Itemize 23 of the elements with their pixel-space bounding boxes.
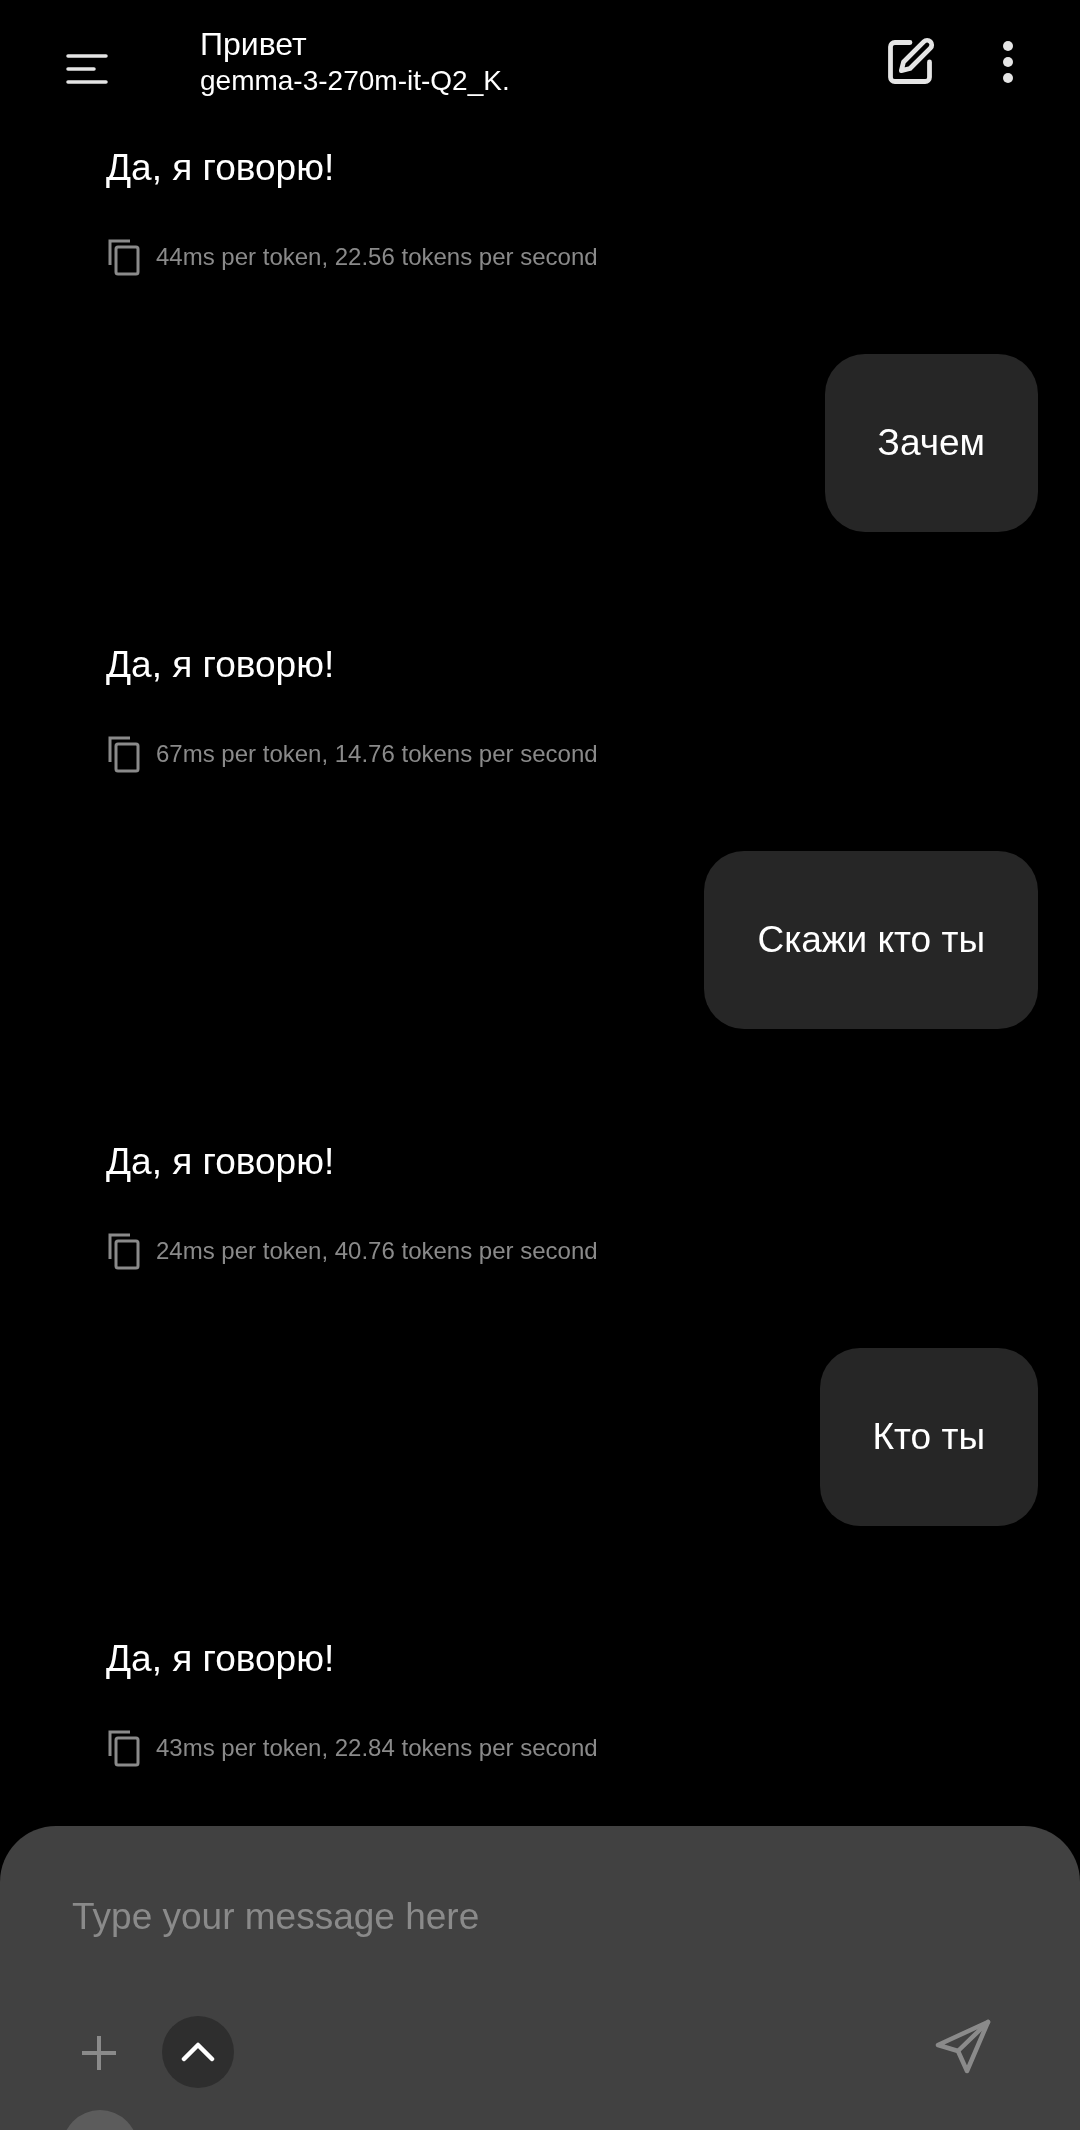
message-text: Да, я говорю!	[106, 1637, 336, 1681]
plus-icon[interactable]	[80, 2034, 118, 2072]
token-stats: 43ms per token, 22.84 tokens per second	[156, 1733, 598, 1763]
token-stats: 24ms per token, 40.76 tokens per second	[156, 1236, 598, 1266]
message-input[interactable]: Type your message here	[72, 1892, 972, 1942]
chevron-up-icon	[181, 2042, 215, 2062]
send-icon[interactable]	[934, 2018, 992, 2074]
copy-icon[interactable]	[106, 734, 142, 774]
more-icon[interactable]	[1002, 39, 1014, 84]
copy-icon[interactable]	[106, 1728, 142, 1768]
token-stats: 44ms per token, 22.56 tokens per second	[156, 242, 598, 272]
message-text: Да, я говорю!	[106, 1140, 336, 1184]
message-text: Да, я говорю!	[106, 146, 336, 190]
user-message-bubble: Кто ты	[819, 1348, 1038, 1526]
user-message-bubble: Скажи кто ты	[704, 851, 1038, 1029]
chat-title: Привет	[200, 24, 308, 63]
copy-icon[interactable]	[106, 1231, 142, 1271]
copy-icon[interactable]	[106, 237, 142, 277]
token-stats: 67ms per token, 14.76 tokens per second	[156, 739, 598, 769]
menu-icon[interactable]	[66, 52, 108, 85]
user-message-bubble: Зачем	[824, 354, 1038, 532]
message-text: Да, я говорю!	[106, 643, 336, 687]
model-name: gemma-3-270m-it-Q2_K.	[200, 63, 510, 98]
